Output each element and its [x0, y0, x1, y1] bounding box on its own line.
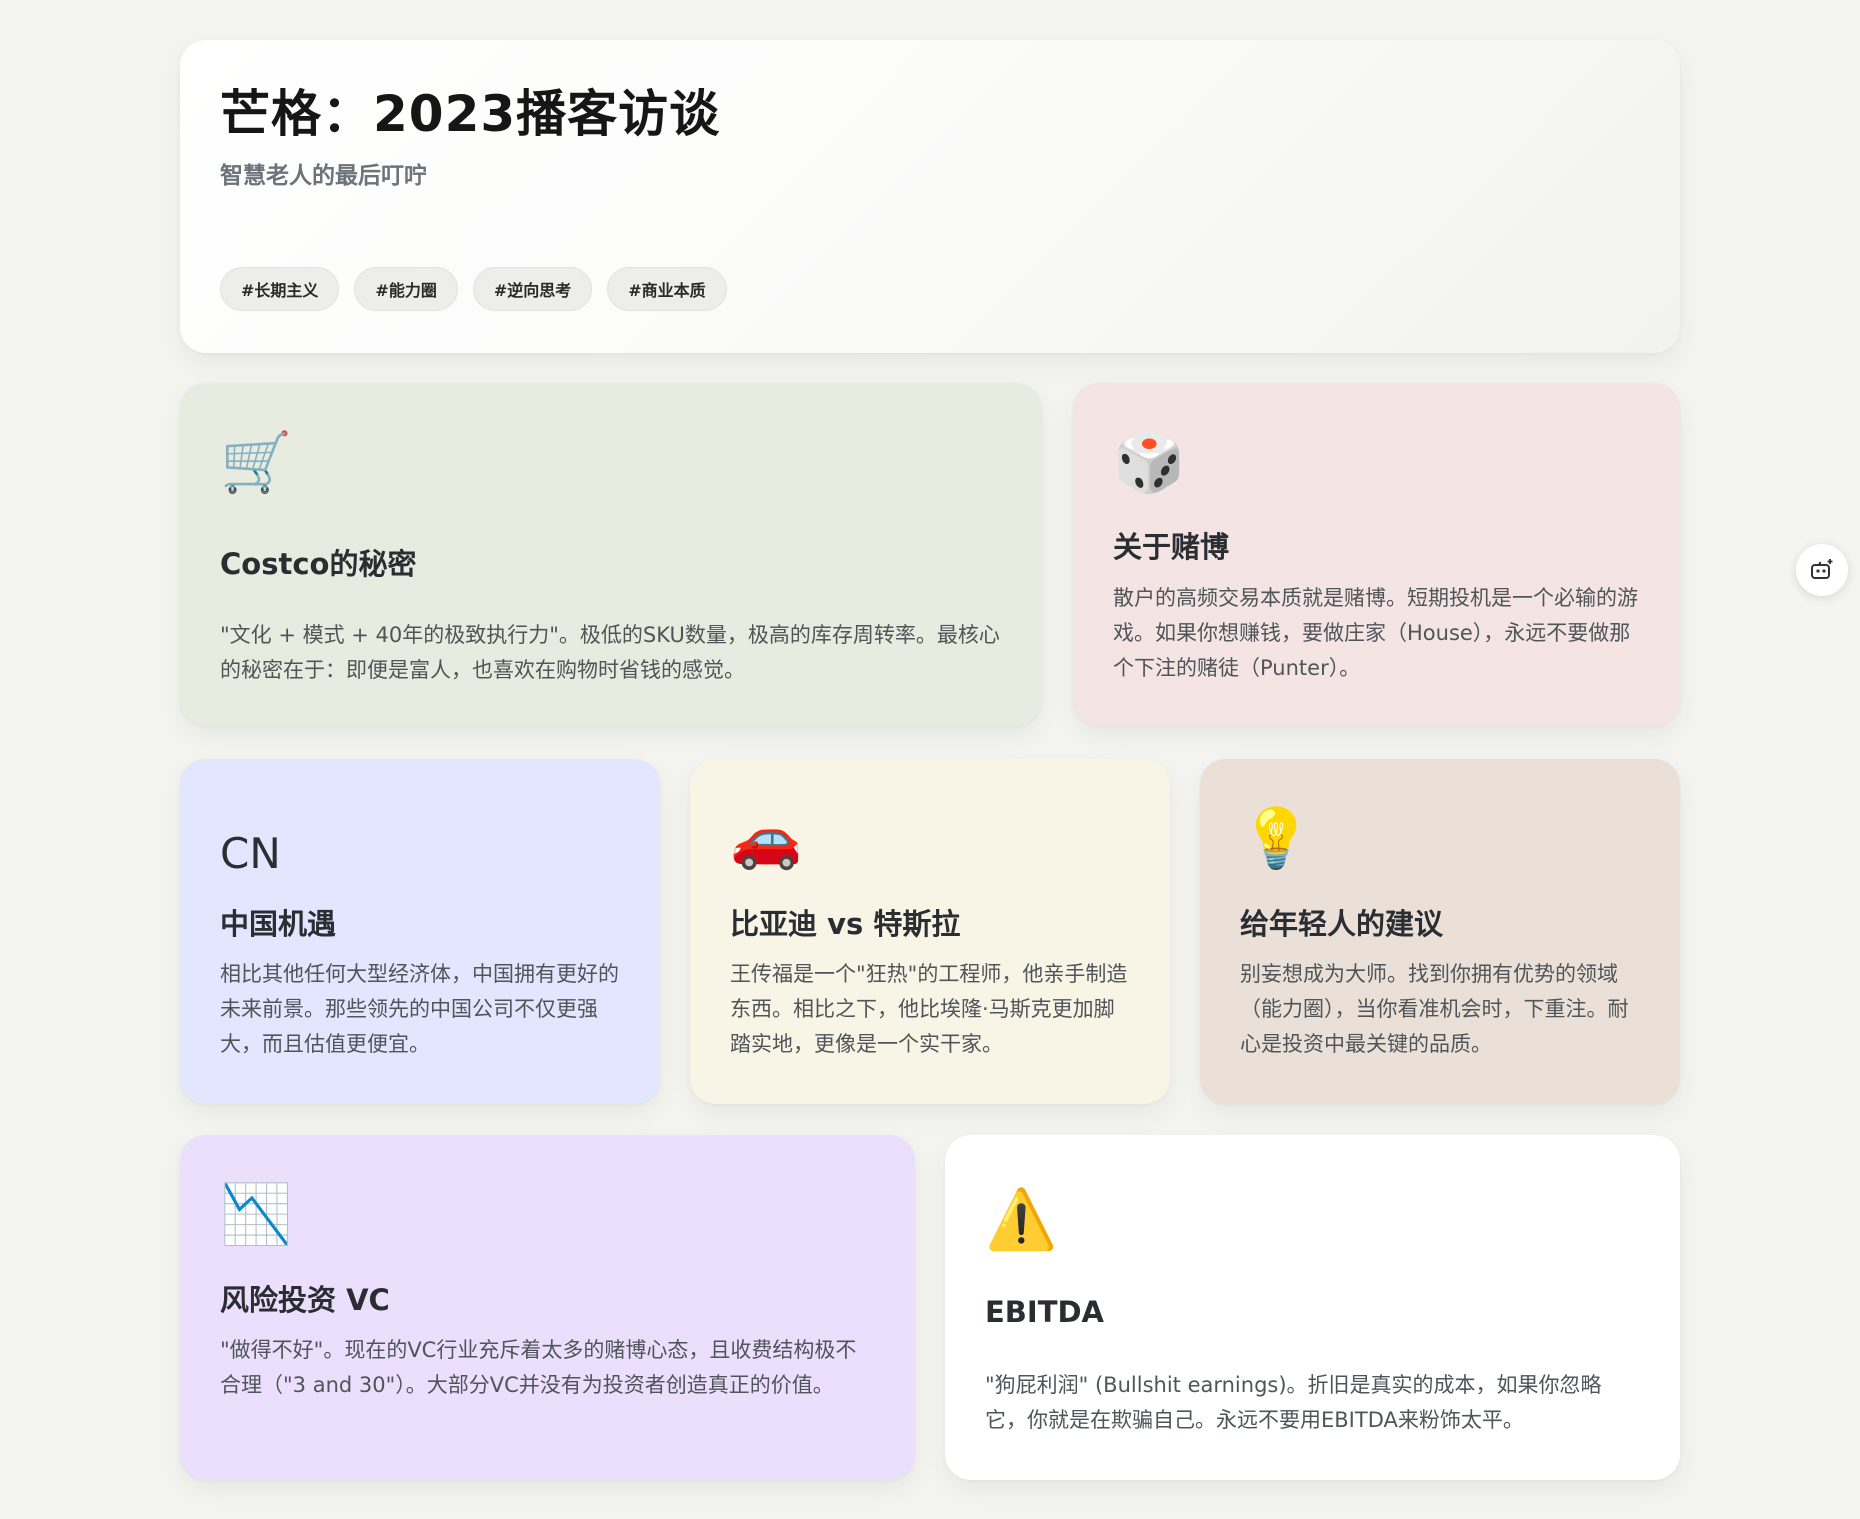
dice-icon: 🎲	[1113, 428, 1186, 496]
card-text: 散户的高频交易本质就是赌博。短期投机是一个必输的游戏。如果你想赚钱，要做庄家（H…	[1113, 586, 1638, 680]
card-gambling: 🎲 关于赌博 散户的高频交易本质就是赌博。短期投机是一个必输的游戏。如果你想赚钱…	[1073, 383, 1680, 726]
light-bulb-icon: 💡	[1240, 804, 1313, 872]
car-icon: 🚗	[730, 804, 803, 872]
card-text: 相比其他任何大型经济体，中国拥有更好的未来前景。那些领先的中国公司不仅更强大，而…	[220, 962, 619, 1056]
tag-list: #长期主义 #能力圈 #逆向思考 #商业本质	[220, 267, 727, 311]
card-text: 王传福是一个"狂热"的工程师，他亲手制造东西。相比之下，他比埃隆·马斯克更加脚踏…	[730, 962, 1128, 1056]
assistant-button[interactable]	[1796, 544, 1848, 596]
page-subtitle: 智慧老人的最后叮咛	[220, 162, 427, 189]
card-byd-vs-tesla: 🚗 比亚迪 vs 特斯拉 王传福是一个"狂热"的工程师，他亲手制造东西。相比之下…	[690, 759, 1170, 1104]
card-title: Costco的秘密	[220, 547, 417, 581]
card-text: "做得不好"。现在的VC行业充斥着太多的赌博心态，且收费结构极不合理（"3 an…	[220, 1338, 857, 1397]
card-ebitda: ⚠️ EBITDA "狗屁利润" (Bullshit earnings)。折旧是…	[945, 1135, 1680, 1480]
card-title: 关于赌博	[1113, 530, 1230, 564]
card-title: 给年轻人的建议	[1240, 907, 1444, 941]
warning-icon: ⚠️	[985, 1185, 1058, 1253]
tag-circle-of-competence[interactable]: #能力圈	[354, 267, 458, 311]
tag-long-termism[interactable]: #长期主义	[220, 267, 340, 311]
card-venture-capital: 📉 风险投资 VC "做得不好"。现在的VC行业充斥着太多的赌博心态，且收费结构…	[180, 1135, 915, 1480]
card-advice-young: 💡 给年轻人的建议 别妄想成为大师。找到你拥有优势的领域（能力圈），当你看准机会…	[1200, 759, 1680, 1104]
hero-card: 芒格：2023播客访谈 智慧老人的最后叮咛 #长期主义 #能力圈 #逆向思考 #…	[180, 40, 1680, 353]
card-text: "狗屁利润" (Bullshit earnings)。折旧是真实的成本，如果你忽…	[985, 1373, 1602, 1432]
page-title: 芒格：2023播客访谈	[220, 85, 721, 143]
ai-assistant-icon	[1811, 559, 1833, 579]
card-title: 风险投资 VC	[220, 1283, 390, 1317]
card-text: "文化 + 模式 + 40年的极致执行力"。极低的SKU数量，极高的库存周转率。…	[220, 623, 1000, 682]
chart-decreasing-icon: 📉	[220, 1180, 293, 1248]
card-title: 中国机遇	[220, 907, 337, 941]
shopping-cart-icon: 🛒	[220, 428, 293, 496]
card-text: 别妄想成为大师。找到你拥有优势的领域（能力圈），当你看准机会时，下重注。耐心是投…	[1240, 962, 1629, 1056]
card-title: EBITDA	[985, 1295, 1105, 1329]
tag-business-essence[interactable]: #商业本质	[607, 267, 727, 311]
card-china: CN 中国机遇 相比其他任何大型经济体，中国拥有更好的未来前景。那些领先的中国公…	[180, 759, 660, 1104]
cn-flag-icon: CN	[220, 829, 281, 878]
card-title: 比亚迪 vs 特斯拉	[730, 907, 961, 941]
tag-inversion[interactable]: #逆向思考	[472, 267, 593, 311]
card-costco: 🛒 Costco的秘密 "文化 + 模式 + 40年的极致执行力"。极低的SKU…	[180, 383, 1042, 726]
